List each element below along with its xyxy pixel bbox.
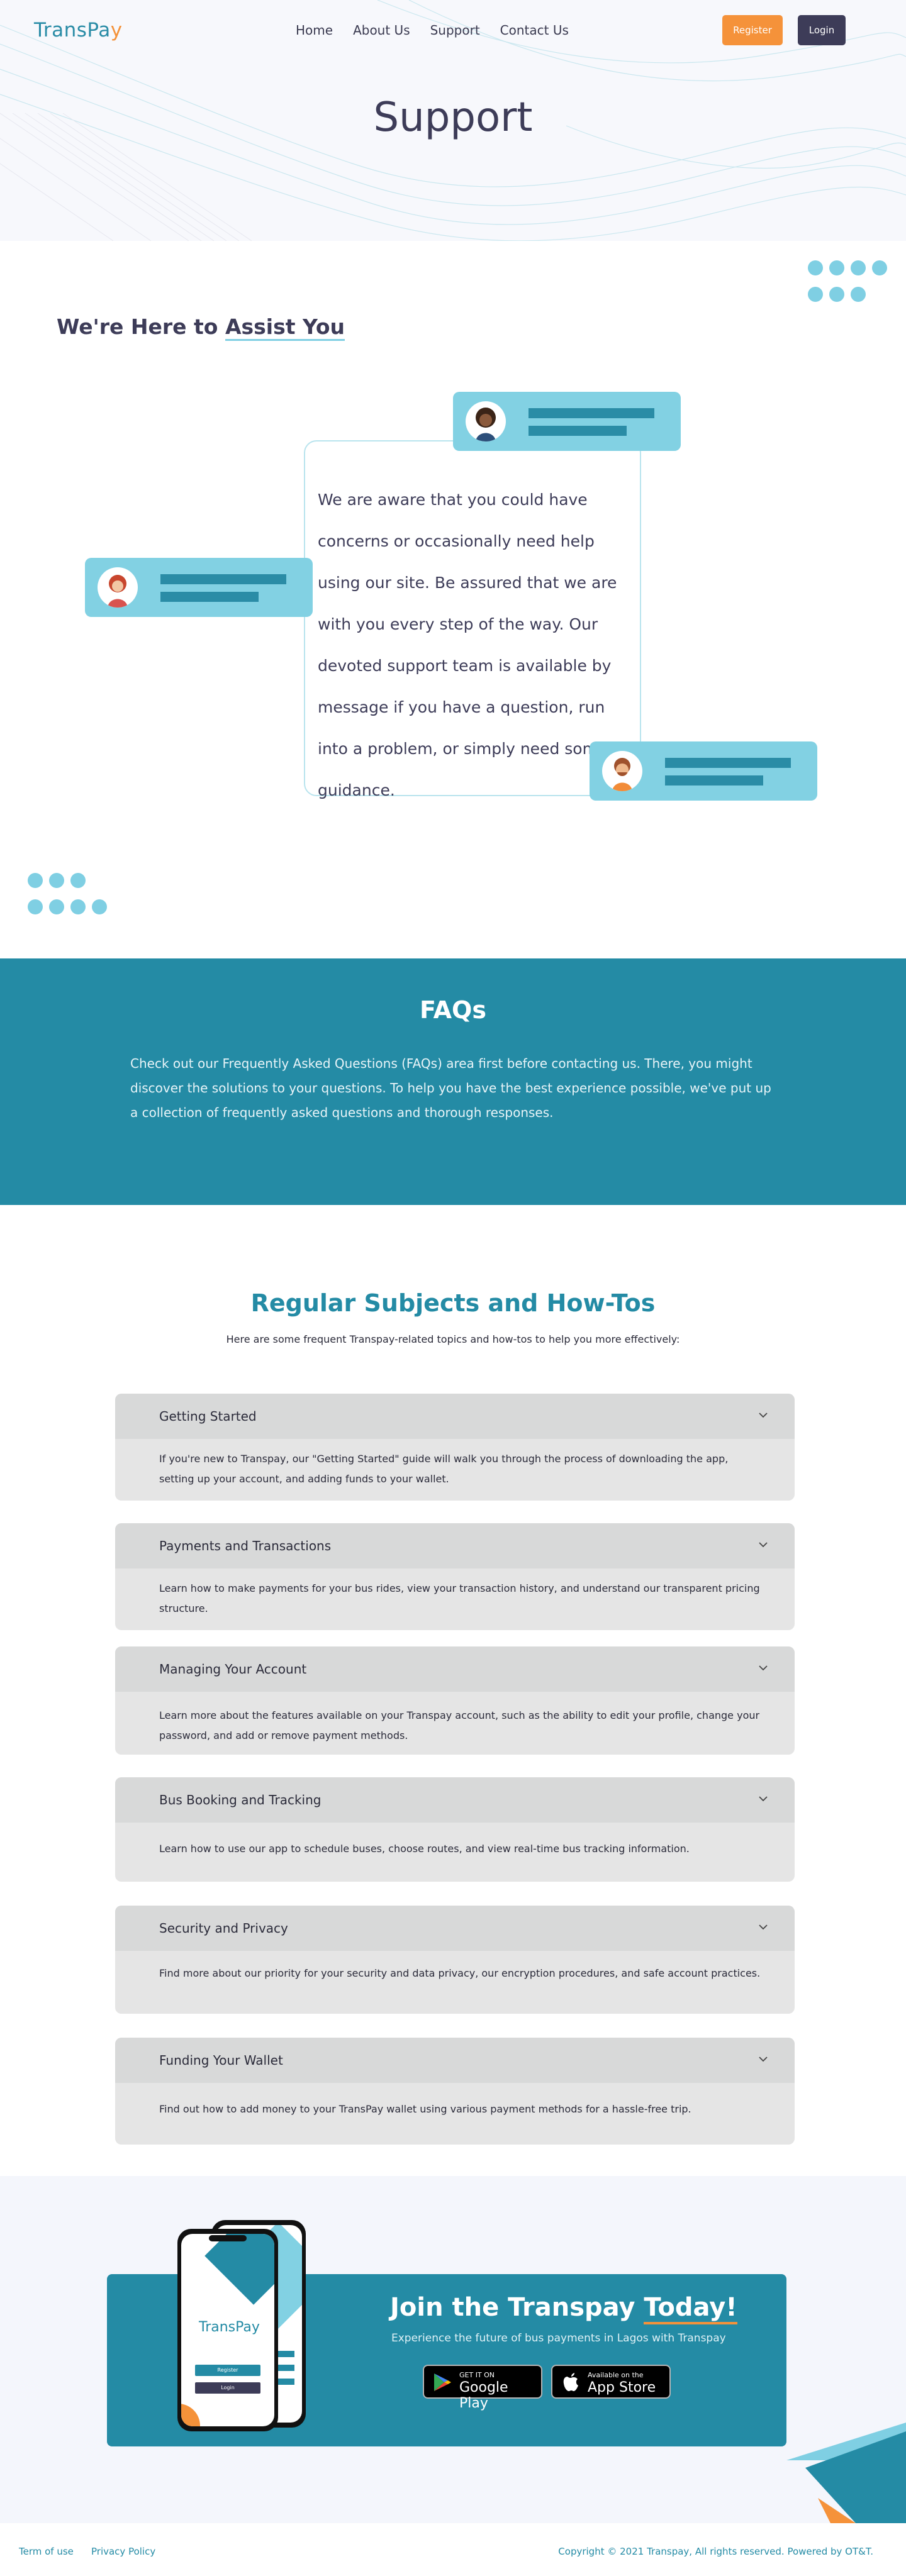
nav-about-us[interactable]: About Us — [353, 23, 410, 38]
accordion-body: If you're new to Transpay, our "Getting … — [159, 1453, 729, 1485]
avatar-woman-redhair — [98, 567, 138, 608]
phone-register-button: Register — [195, 2365, 260, 2376]
accordion-title: Bus Booking and Tracking — [159, 1792, 322, 1807]
accordion-header[interactable]: Managing Your Account — [115, 1646, 795, 1692]
google-play-big: Google Play — [459, 2380, 508, 2411]
accordion-title: Payments and Transactions — [159, 1538, 332, 1553]
app-store-big: App Store — [588, 2380, 656, 2396]
subjects-subtitle: Here are some frequent Transpay-related … — [226, 1333, 680, 1345]
nav-home[interactable]: Home — [296, 23, 333, 38]
accordion-title: Getting Started — [159, 1409, 257, 1424]
corner-shape-decoration — [786, 2423, 906, 2523]
terms-link[interactable]: Term of use — [19, 2546, 74, 2557]
subjects-title: Regular Subjects and How-Tos — [250, 1289, 656, 1317]
transpay-logo[interactable]: TransPay — [34, 19, 123, 42]
accordion-title: Managing Your Account — [159, 1662, 307, 1677]
chat-bubble-left — [85, 558, 313, 617]
accordion-funding-wallet: Funding Your Wallet Find out how to add … — [115, 2038, 795, 2145]
accordion-body: Learn how to use our app to schedule bus… — [159, 1843, 690, 1855]
page-title: Support — [373, 94, 533, 141]
chevron-down-icon[interactable] — [757, 1921, 769, 1933]
google-play-button[interactable]: GET IT ON Google Play — [423, 2365, 542, 2411]
phone-mockup: TransPay Register Login — [176, 2220, 315, 2434]
google-play-small: GET IT ON — [459, 2371, 495, 2379]
support-message-card: We are aware that you could have concern… — [304, 440, 641, 799]
person-icon — [108, 575, 128, 608]
chat-bubble-bottom — [590, 741, 817, 801]
copyright: Copyright © 2021 Transpay, All rights re… — [558, 2546, 873, 2557]
accordion-getting-started: Getting Started If you're new to Transpa… — [115, 1394, 795, 1501]
app-store-small: Available on the — [588, 2371, 644, 2379]
accordion-bus-booking: Bus Booking and Tracking Learn how to us… — [115, 1777, 795, 1882]
apple-icon — [563, 2373, 578, 2391]
accordion-payments: Payments and Transactions Learn how to m… — [115, 1523, 795, 1630]
accordion-managing-account: Managing Your Account Learn more about t… — [115, 1646, 795, 1755]
register-button[interactable]: Register — [722, 15, 783, 45]
chevron-down-icon[interactable] — [757, 1792, 769, 1805]
accordion-body: Learn more about the features available … — [159, 1709, 760, 1741]
avatar-woman-curly — [466, 401, 506, 441]
chevron-down-icon[interactable] — [757, 2053, 769, 2065]
chevron-down-icon[interactable] — [757, 1662, 769, 1674]
accordion-header[interactable]: Getting Started — [115, 1394, 795, 1439]
cta-section: Join the Transpay Today! Experience the … — [0, 2176, 906, 2523]
hero-section: TransPay Home About Us Support Contact U… — [0, 0, 906, 241]
main-nav: Home About Us Support Contact Us — [296, 23, 569, 38]
faq-title: FAQs — [420, 996, 486, 1024]
avatar-man-beard — [602, 751, 642, 791]
accordion-title: Security and Privacy — [159, 1921, 288, 1936]
person-icon — [476, 408, 496, 441]
nav-contact-us[interactable]: Contact Us — [500, 23, 569, 38]
phone-logo: TransPay — [199, 2319, 260, 2335]
phone-login-button: Login — [195, 2382, 260, 2394]
accordion-security: Security and Privacy Find more about our… — [115, 1906, 795, 2014]
accordion-header[interactable]: Bus Booking and Tracking — [115, 1777, 795, 1823]
chat-bubble-top — [453, 392, 681, 451]
faq-description: Check out our Frequently Asked Questions… — [130, 1056, 771, 1120]
footer: Term of use Privacy Policy Copyright © 2… — [0, 2523, 906, 2576]
person-icon — [612, 758, 632, 791]
cta-title: Join the Transpay Today! — [390, 2293, 737, 2324]
dot-decoration-top-right — [808, 260, 890, 304]
accordion-body: Learn how to make payments for your bus … — [159, 1582, 760, 1614]
chevron-down-icon[interactable] — [757, 1538, 769, 1551]
cta-subtitle: Experience the future of bus payments in… — [391, 2332, 726, 2345]
assist-heading: We're Here to Assist You — [57, 314, 345, 341]
support-message-text: We are aware that you could have concern… — [318, 491, 617, 799]
accordion-body: Find out how to add money to your TransP… — [159, 2103, 691, 2115]
accordion-title: Funding Your Wallet — [159, 2053, 283, 2068]
dot-decoration-bottom-left — [28, 873, 116, 917]
privacy-link[interactable]: Privacy Policy — [91, 2546, 155, 2557]
nav-support[interactable]: Support — [430, 23, 480, 38]
app-store-button[interactable]: Available on the App Store — [551, 2365, 671, 2399]
accordion-body: Find more about our priority for your se… — [159, 1967, 761, 1979]
accordion-header[interactable]: Payments and Transactions — [115, 1523, 795, 1568]
accordion-header[interactable]: Security and Privacy — [115, 1906, 795, 1951]
faq-section: FAQs Check out our Frequently Asked Ques… — [0, 958, 906, 1205]
login-button[interactable]: Login — [798, 15, 846, 45]
accordion-header[interactable]: Funding Your Wallet — [115, 2038, 795, 2083]
chevron-down-icon[interactable] — [757, 1409, 769, 1421]
google-play-icon — [434, 2373, 451, 2391]
